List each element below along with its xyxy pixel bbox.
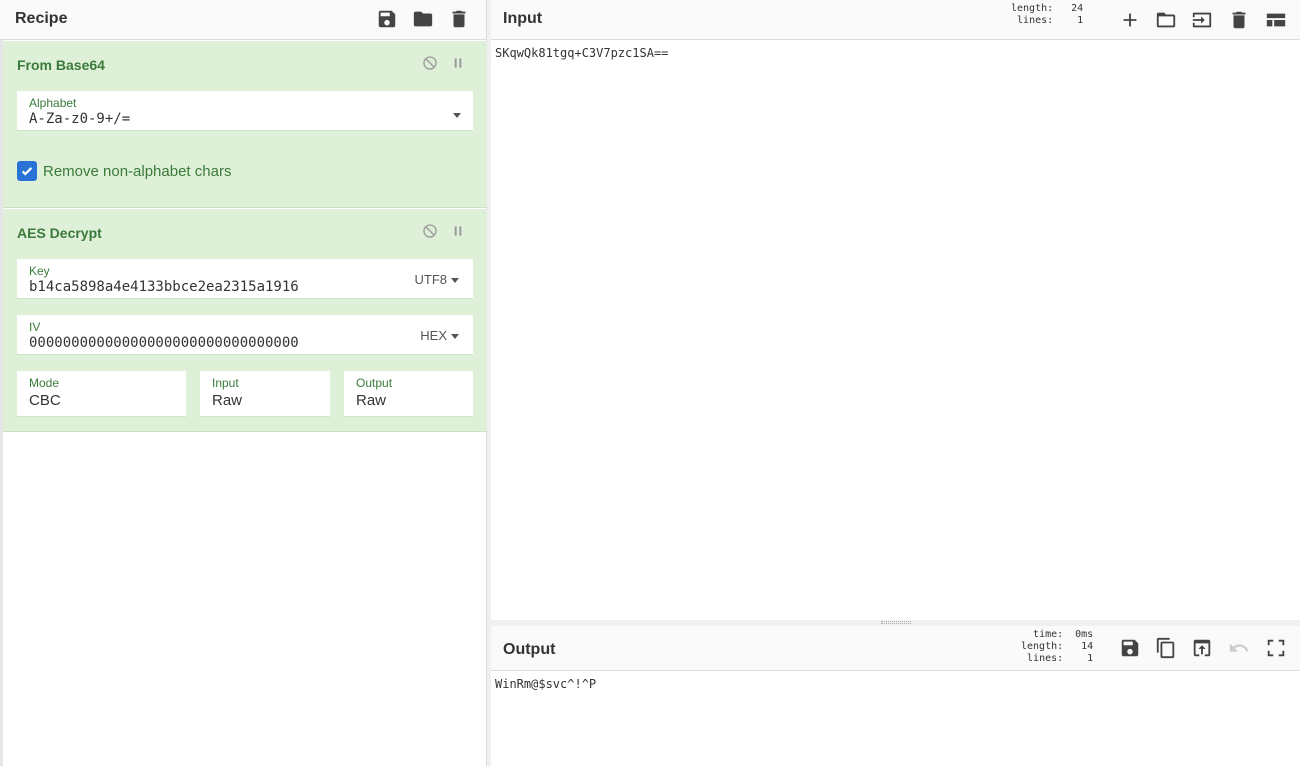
copy-icon[interactable] [1152,634,1180,662]
pause-icon[interactable] [449,54,467,72]
operation-aes-decrypt[interactable]: AES Decrypt Key b14ca5898a4e4133bbce2ea2… [3,209,487,432]
input-format-field[interactable]: Input Raw [200,371,330,417]
operation-title: AES Decrypt [17,225,102,241]
key-format-dropdown[interactable]: UTF8 [414,272,459,287]
key-format-value: UTF8 [414,272,448,287]
lines-label: lines: [1017,15,1054,26]
key-value[interactable]: b14ca5898a4e4133bbce2ea2315a1916 [29,279,299,295]
input-stats: length: 24 lines: 1 [1011,3,1083,27]
clear-input-icon[interactable] [1225,6,1253,34]
output-stats: time: 0ms length: 14 lines: 1 [1021,629,1093,665]
alphabet-value[interactable]: A-Za-z0-9+/= [29,111,130,127]
chevron-down-icon[interactable] [449,107,461,122]
undo-icon[interactable] [1225,634,1253,662]
key-field[interactable]: Key b14ca5898a4e4133bbce2ea2315a1916 UTF… [17,259,473,299]
input-format-value[interactable]: Raw [212,392,242,409]
lines-label: lines: [1027,653,1064,664]
open-file-icon[interactable] [1188,6,1216,34]
output-pane: Output time: 0ms length: 14 lines: 1 WinRm@… [491,626,1300,766]
alphabet-label: Alphabet [29,96,77,110]
remove-non-alphabet-checkbox-row[interactable]: Remove non-alphabet chars [17,161,231,181]
mode-field[interactable]: Mode CBC [17,371,186,417]
mode-value[interactable]: CBC [29,392,61,409]
input-header: Input length: 24 lines: 1 [491,0,1300,40]
iv-label: IV [29,320,41,334]
recipe-title: Recipe [15,10,68,27]
folder-icon[interactable] [410,6,436,32]
iv-format-dropdown[interactable]: HEX [420,328,459,343]
operation-title: From Base64 [17,57,105,73]
iv-format-value: HEX [420,328,447,343]
length-value: 14 [1081,641,1094,652]
check-icon[interactable] [17,161,37,181]
disable-icon[interactable] [421,222,439,240]
time-value: 0ms [1075,629,1094,640]
output-format-value[interactable]: Raw [356,392,386,409]
chevron-down-icon [451,278,459,284]
alphabet-field[interactable]: Alphabet A-Za-z0-9+/= [17,91,473,131]
trash-icon[interactable] [446,6,472,32]
output-format-field[interactable]: Output Raw [344,371,473,417]
input-title: Input [503,10,543,27]
input-format-label: Input [212,376,239,390]
lines-value: 1 [1087,653,1094,664]
open-folder-icon[interactable] [1152,6,1180,34]
replace-input-icon[interactable] [1188,634,1216,662]
lines-value: 1 [1077,15,1084,26]
recipe-header: Recipe [0,0,486,40]
output-text[interactable]: WinRm@$svc^!^P [495,677,596,691]
output-format-label: Output [356,376,393,390]
length-value: 24 [1071,3,1084,14]
pause-icon[interactable] [449,222,467,240]
save-output-icon[interactable] [1116,634,1144,662]
mode-label: Mode [29,376,60,390]
time-label: time: [1033,629,1064,640]
operation-from-base64[interactable]: From Base64 Alphabet A-Za-z0-9+/= Remove… [3,41,487,208]
maximise-icon[interactable] [1262,634,1290,662]
output-title: Output [503,641,556,658]
recipe-pane: Recipe From Base64 Alphabet A-Za-z0-9+/= [0,0,487,766]
iv-value[interactable]: 00000000000000000000000000000000 [29,335,299,351]
save-icon[interactable] [374,6,400,32]
input-pane: Input length: 24 lines: 1 SKqwQk81tgq+C3V7… [491,0,1300,620]
add-icon[interactable] [1116,6,1144,34]
disable-icon[interactable] [421,54,439,72]
layout-icon[interactable] [1262,6,1290,34]
length-label: length: [1021,641,1064,652]
resize-grip-icon[interactable] [881,621,911,624]
remove-non-alphabet-label: Remove non-alphabet chars [43,162,232,180]
output-header: Output time: 0ms length: 14 lines: 1 [491,626,1300,671]
key-label: Key [29,264,50,278]
length-label: length: [1011,3,1054,14]
chevron-down-icon [451,334,459,340]
input-textarea[interactable]: SKqwQk81tgq+C3V7pzc1SA== [495,46,668,60]
iv-field[interactable]: IV 00000000000000000000000000000000 HEX [17,315,473,355]
